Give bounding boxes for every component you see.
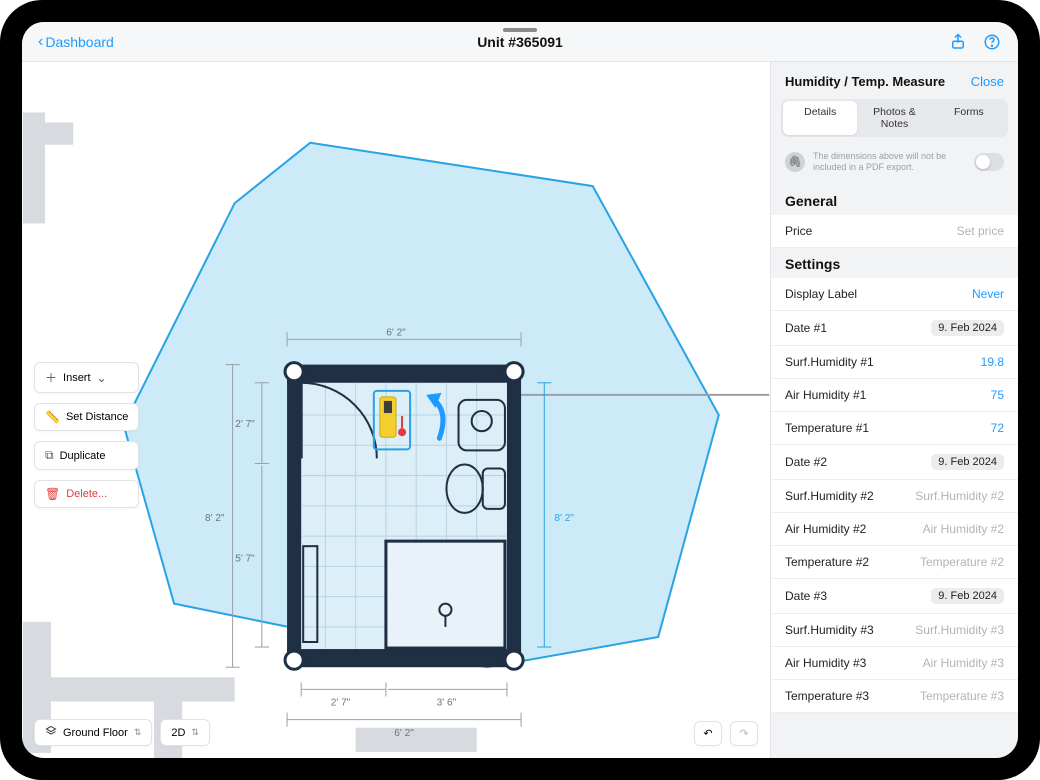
export-note-text: The dimensions above will not be include… [813,151,966,173]
floorplan-canvas[interactable]: 6' 2" 2' 7" 5' 7" [22,62,770,758]
tab-forms[interactable]: Forms [932,101,1006,135]
dim-bot-right: 3' 6" [437,698,457,709]
row-temperature-3[interactable]: Temperature #3 Temperature #3 [771,680,1018,713]
dim-left-bot: 5' 7" [235,553,255,564]
home-indicator [503,28,537,32]
delete-button[interactable]: 🗑 Delete... [34,480,139,508]
page-title: Unit #365091 [477,34,563,50]
inspector-panel: Humidity / Temp. Measure Close Details P… [770,62,1018,758]
undo-button[interactable]: ↶ [694,721,722,746]
row-surf-humidity-1[interactable]: Surf.Humidity #1 19.8 [771,346,1018,379]
chevron-updown-icon: ⌄ [97,371,107,385]
duplicate-button[interactable]: ⧉ Duplicate [34,441,139,470]
dim-right: 8' 2" [554,513,574,524]
dim-left-top: 2' 7" [235,419,255,430]
redo-button[interactable]: ↷ [730,721,758,746]
dim-bottom: 6' 2" [394,728,414,739]
row-temperature-2[interactable]: Temperature #2 Temperature #2 [771,546,1018,579]
view-mode-label: 2D [171,727,185,739]
row-date-3[interactable]: Date #3 9. Feb 2024 [771,579,1018,614]
row-air-humidity-1[interactable]: Air Humidity #1 75 [771,379,1018,412]
export-note-row: 🖇 The dimensions above will not be inclu… [771,145,1018,185]
row-date-2[interactable]: Date #2 9. Feb 2024 [771,445,1018,480]
chevron-updown-icon: ⇅ [134,727,142,738]
dim-left-outer: 8' 2" [205,513,225,524]
panel-tabs: Details Photos & Notes Forms [781,99,1008,137]
row-surf-humidity-2[interactable]: Surf.Humidity #2 Surf.Humidity #2 [771,480,1018,513]
export-toggle[interactable] [974,153,1004,171]
row-air-humidity-3[interactable]: Air Humidity #3 Air Humidity #3 [771,647,1018,680]
row-surf-humidity-3[interactable]: Surf.Humidity #3 Surf.Humidity #3 [771,614,1018,647]
close-button[interactable]: Close [971,74,1004,89]
duplicate-label: Duplicate [60,450,106,462]
trash-icon: 🗑 [45,487,60,501]
price-value: Set price [957,224,1004,238]
price-label: Price [785,224,812,238]
section-settings: Settings [771,248,1018,278]
insert-label: Insert [63,372,91,384]
row-air-humidity-2[interactable]: Air Humidity #2 Air Humidity #2 [771,513,1018,546]
tab-details[interactable]: Details [783,101,857,135]
floor-picker[interactable]: Ground Floor ⇅ [34,719,152,746]
view-mode-picker[interactable]: 2D ⇅ [160,719,210,746]
back-label: Dashboard [45,34,114,50]
tab-photos[interactable]: Photos & Notes [857,101,931,135]
set-distance-button[interactable]: 📏 Set Distance [34,403,139,431]
insert-button[interactable]: ＋ Insert ⌄ [34,362,139,393]
dim-bot-left: 2' 7" [331,698,351,709]
floor-label: Ground Floor [63,727,128,739]
dim-top: 6' 2" [386,327,406,338]
delete-label: Delete... [66,488,107,500]
panel-title: Humidity / Temp. Measure [785,74,945,89]
row-date-1[interactable]: Date #1 9. Feb 2024 [771,311,1018,346]
redo-icon: ↷ [739,727,748,740]
layers-icon [45,725,57,740]
help-icon[interactable] [982,32,1002,52]
plus-icon: ＋ [45,369,57,386]
ruler-icon: 📏 [45,410,60,424]
chevron-left-icon: ‹ [38,33,43,51]
row-display-label[interactable]: Display Label Never [771,278,1018,311]
row-temperature-1[interactable]: Temperature #1 72 [771,412,1018,445]
undo-icon: ↶ [703,727,712,740]
set-distance-label: Set Distance [66,411,128,423]
copy-icon: ⧉ [45,448,54,463]
attachment-icon: 🖇 [785,152,805,172]
back-button[interactable]: ‹ Dashboard [38,33,114,51]
row-price[interactable]: Price Set price [771,215,1018,248]
section-general: General [771,185,1018,215]
share-icon[interactable] [948,32,968,52]
chevron-updown-icon: ⇅ [191,727,199,738]
